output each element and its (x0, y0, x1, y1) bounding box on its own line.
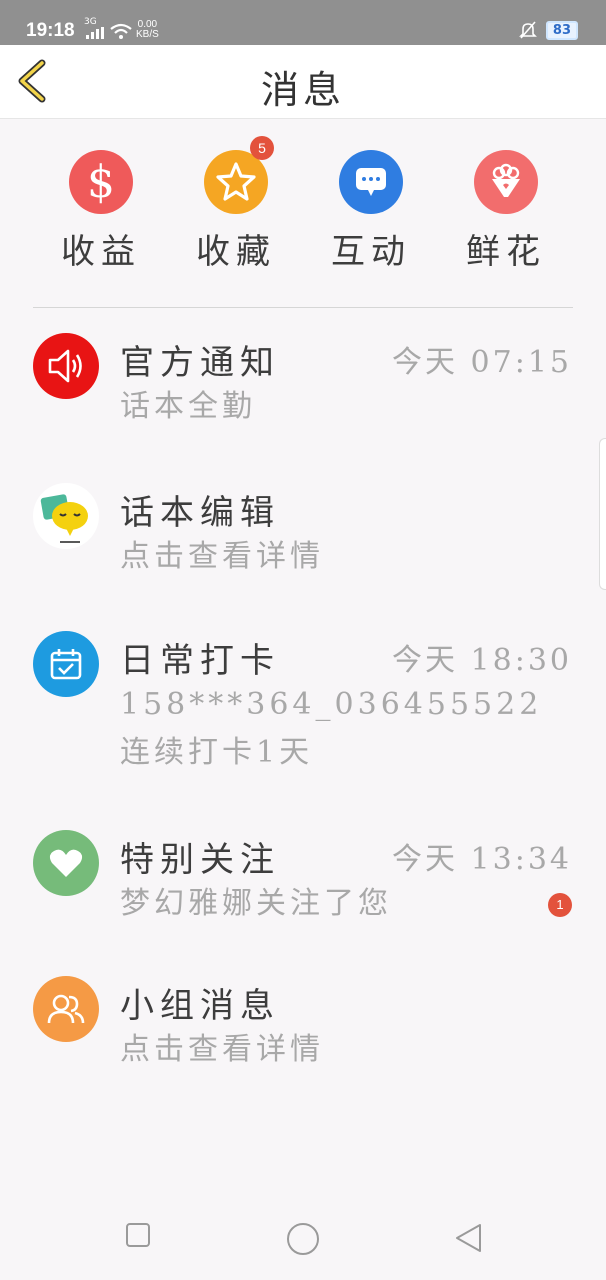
message-time: 今天 07:15 (392, 345, 572, 380)
quick-action-label: 收藏 (196, 232, 276, 272)
message-item-editor[interactable]: 话本编辑 点击查看详情 (0, 483, 606, 593)
message-time: 今天 18:30 (392, 643, 572, 678)
quick-action-earnings[interactable]: $ 收益 (41, 150, 161, 273)
back-triangle-icon[interactable] (453, 1222, 483, 1254)
message-title: 日常打卡 (120, 641, 280, 681)
message-item-official[interactable]: 官方通知 今天 07:15 话本全勤 (0, 333, 606, 443)
message-desc: 158***364_036455522连续打卡1天 (120, 687, 543, 770)
dollar-icon: $ (69, 150, 133, 214)
message-item-checkin[interactable]: 日常打卡 今天 18:30 158***364_036455522连续打卡1天 (0, 631, 606, 781)
message-desc: 梦幻雅娜关注了您 (120, 886, 392, 921)
favorites-badge: 5 (250, 136, 274, 160)
star-icon: 5 (204, 136, 274, 214)
mute-bell-icon (518, 21, 537, 39)
quick-action-interaction[interactable]: 互动 (311, 150, 431, 273)
status-bar: 19:18 3G 0.00 KB/S 83 (0, 0, 606, 45)
quick-action-label: 鲜花 (466, 232, 546, 272)
message-time: 今天 13:34 (392, 842, 572, 877)
message-desc: 话本全勤 (120, 389, 256, 424)
wifi-icon (110, 23, 132, 39)
speaker-icon (33, 333, 99, 399)
message-title: 官方通知 (120, 343, 280, 383)
edge-handle[interactable] (599, 438, 606, 590)
message-title: 话本编辑 (120, 493, 280, 533)
quick-action-flowers[interactable]: 鲜花 (446, 150, 566, 273)
calendar-check-icon (33, 631, 99, 697)
system-nav-bar (0, 1200, 606, 1280)
network-speed: 0.00 KB/S (136, 20, 159, 40)
group-users-icon (33, 976, 99, 1042)
battery-indicator: 83 (545, 20, 578, 40)
home-icon[interactable] (286, 1222, 320, 1256)
status-time: 19:18 (26, 20, 75, 41)
top-bar: 消息 (0, 45, 606, 119)
signal-icon (86, 27, 104, 39)
message-item-follow[interactable]: 特别关注 今天 13:34 梦幻雅娜关注了您 1 (0, 830, 606, 940)
section-divider (33, 307, 573, 308)
recent-apps-icon[interactable] (125, 1222, 151, 1248)
message-desc: 点击查看详情 (120, 1032, 324, 1067)
quick-action-favorites[interactable]: 5 收藏 (176, 136, 296, 273)
page-title: 消息 (260, 68, 345, 112)
network-type: 3G (84, 17, 97, 27)
message-title: 小组消息 (120, 986, 280, 1026)
speed-unit: KB/S (136, 29, 159, 40)
message-desc: 点击查看详情 (120, 539, 324, 574)
quick-action-label: 收益 (61, 232, 141, 272)
message-title: 特别关注 (120, 840, 280, 880)
mascot-avatar-icon (33, 483, 99, 549)
flower-bouquet-icon (474, 150, 538, 214)
message-item-group[interactable]: 小组消息 点击查看详情 (0, 976, 606, 1086)
heart-icon (33, 830, 99, 896)
chat-bubble-icon (339, 150, 403, 214)
quick-action-label: 互动 (331, 232, 411, 272)
unread-badge: 1 (548, 893, 572, 917)
